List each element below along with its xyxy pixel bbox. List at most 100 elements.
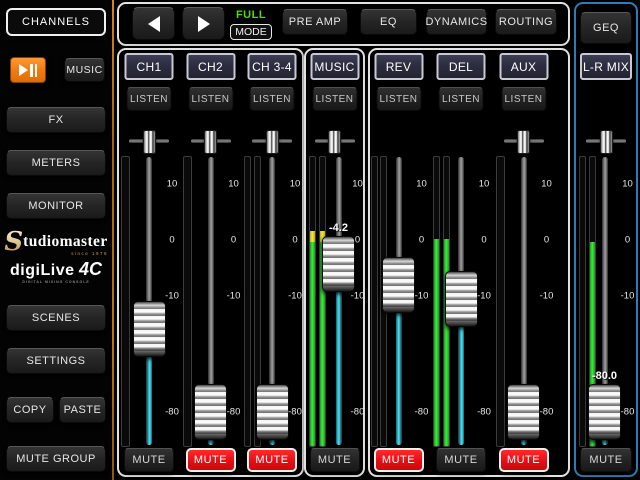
brand-name: tudiomaster bbox=[23, 233, 107, 250]
mute-button[interactable]: MUTE bbox=[310, 448, 360, 472]
pause-bar-icon bbox=[35, 64, 38, 77]
listen-button[interactable]: LISTEN bbox=[127, 87, 172, 111]
mode-button[interactable]: MODE bbox=[230, 24, 272, 40]
monitor-button[interactable]: MONITOR bbox=[6, 193, 106, 219]
channel-strip-ch-3-4: CH 3-4 LISTEN 100-10-80 MUTE bbox=[241, 50, 303, 475]
copy-button[interactable]: COPY bbox=[6, 397, 54, 423]
channel-strip-aux: AUX LISTEN 100-10-80 MUTE bbox=[493, 50, 555, 475]
channel-select-button[interactable]: DEL bbox=[437, 53, 486, 80]
pan-slider[interactable] bbox=[493, 129, 555, 155]
fader-scale-label: 10 bbox=[616, 179, 640, 190]
fx-aux-panel: REV LISTEN 100-10-80 MUTE DEL LISTEN 100… bbox=[368, 48, 570, 477]
geq-button[interactable]: GEQ bbox=[580, 12, 632, 44]
meter-bar bbox=[433, 156, 440, 447]
sidebar: CHANNELS MUSIC FX METERS MONITOR Studiom… bbox=[0, 0, 115, 480]
scenes-button[interactable]: SCENES bbox=[6, 305, 106, 331]
fader-scale-label: 0 bbox=[535, 235, 559, 246]
fader-handle[interactable] bbox=[382, 257, 415, 313]
channel-select-button[interactable]: CH 3-4 bbox=[248, 53, 297, 80]
pan-handle[interactable] bbox=[328, 130, 341, 154]
brand-product-sub: DIGITAL MIXING CONSOLE bbox=[0, 280, 112, 284]
pan-slider[interactable] bbox=[306, 129, 363, 155]
fader-track-active bbox=[336, 290, 341, 445]
fader-scale-label: 0 bbox=[346, 235, 370, 246]
pan-slider[interactable] bbox=[241, 129, 303, 155]
fader-track-active bbox=[396, 311, 401, 445]
channel-strip-del: DEL LISTEN 100-10-80 MUTE bbox=[430, 50, 492, 475]
mute-button[interactable]: MUTE bbox=[580, 448, 632, 472]
listen-button[interactable]: LISTEN bbox=[376, 87, 421, 111]
settings-button[interactable]: SETTINGS bbox=[6, 348, 106, 374]
channel-strip-ch1: CH1 LISTEN 100-10-80 MUTE bbox=[118, 50, 180, 475]
meter-bar bbox=[309, 156, 316, 447]
next-button[interactable] bbox=[182, 7, 225, 40]
pan-handle[interactable] bbox=[600, 130, 613, 154]
studiomaster-logo: Studiomaster since 1976 bbox=[0, 232, 112, 256]
meter-green-fill bbox=[434, 239, 439, 446]
brand-initial: S bbox=[4, 227, 23, 257]
pan-slider[interactable] bbox=[576, 129, 636, 155]
input-channels-panel: CH1 LISTEN 100-10-80 MUTE CH2 LISTEN bbox=[117, 48, 304, 477]
pan-handle[interactable] bbox=[266, 130, 279, 154]
fx-button[interactable]: FX bbox=[6, 107, 106, 133]
prev-button[interactable] bbox=[132, 7, 175, 40]
fader-scale-label: -10 bbox=[535, 291, 559, 302]
brand-product: digiLive bbox=[10, 262, 74, 279]
pan-slider[interactable] bbox=[118, 129, 180, 155]
fader-track-active bbox=[459, 325, 464, 445]
listen-button[interactable]: LISTEN bbox=[501, 87, 546, 111]
mute-button[interactable]: MUTE bbox=[247, 448, 297, 472]
fader-scale-label: -10 bbox=[346, 291, 370, 302]
pan-handle[interactable] bbox=[143, 130, 156, 154]
meter-bar bbox=[319, 156, 326, 447]
pan-handle[interactable] bbox=[517, 130, 530, 154]
channel-select-button[interactable]: MUSIC bbox=[310, 53, 359, 80]
eq-button[interactable]: EQ bbox=[360, 9, 417, 35]
channel-select-button[interactable]: REV bbox=[374, 53, 423, 80]
paste-button[interactable]: PASTE bbox=[59, 397, 106, 423]
full-mode-label: FULL bbox=[228, 9, 274, 21]
channel-select-button[interactable]: CH1 bbox=[125, 53, 174, 80]
mute-button[interactable]: MUTE bbox=[124, 448, 174, 472]
fader-value-label: -4.2 bbox=[329, 222, 348, 234]
toolbar-panel: FULL MODE PRE AMP EQ DYNAMICS ROUTING bbox=[117, 2, 570, 46]
fader-track-active bbox=[147, 355, 152, 445]
digilive-logo: digiLive 4C DIGITAL MIXING CONSOLE bbox=[0, 259, 112, 284]
mute-button[interactable]: MUTE bbox=[374, 448, 424, 472]
arrow-left-icon bbox=[148, 16, 160, 32]
mute-button[interactable]: MUTE bbox=[499, 448, 549, 472]
brand-logo: Studiomaster since 1976 digiLive 4C DIGI… bbox=[0, 232, 112, 284]
pan-handle[interactable] bbox=[204, 130, 217, 154]
mute-button[interactable]: MUTE bbox=[436, 448, 486, 472]
meter-bar bbox=[121, 156, 130, 447]
channel-select-button[interactable]: AUX bbox=[499, 53, 548, 80]
channel-select-button[interactable]: L-R MIX bbox=[580, 53, 632, 80]
pause-bar-icon bbox=[30, 64, 33, 77]
mode-indicator: FULL MODE bbox=[228, 8, 274, 44]
arrow-right-icon bbox=[198, 16, 210, 32]
play-pause-button[interactable] bbox=[10, 57, 46, 83]
music-channel-panel: MUSIC LISTEN -4.2 100-10-80 MUTE bbox=[304, 48, 365, 477]
listen-button[interactable]: LISTEN bbox=[188, 87, 233, 111]
brand-model: 4C bbox=[79, 259, 102, 279]
mute-group-button[interactable]: MUTE GROUP bbox=[6, 446, 106, 472]
meter-green-fill bbox=[310, 242, 315, 446]
preamp-button[interactable]: PRE AMP bbox=[282, 9, 348, 35]
sidebar-divider bbox=[112, 0, 114, 480]
meter-bar bbox=[371, 156, 378, 447]
channel-strip-rev: REV LISTEN 100-10-80 MUTE bbox=[368, 50, 430, 475]
mute-button[interactable]: MUTE bbox=[186, 448, 236, 472]
meter-bar bbox=[496, 156, 505, 447]
routing-button[interactable]: ROUTING bbox=[495, 9, 557, 35]
fader-handle[interactable] bbox=[133, 301, 166, 357]
listen-button[interactable]: LISTEN bbox=[250, 87, 295, 111]
listen-button[interactable]: LISTEN bbox=[312, 87, 357, 111]
meters-button[interactable]: METERS bbox=[6, 150, 106, 176]
channel-select-button[interactable]: CH2 bbox=[186, 53, 235, 80]
channels-button[interactable]: CHANNELS bbox=[6, 8, 106, 36]
fader-scale-label: -10 bbox=[616, 291, 640, 302]
pan-slider[interactable] bbox=[180, 129, 242, 155]
dynamics-button[interactable]: DYNAMICS bbox=[426, 9, 487, 35]
listen-button[interactable]: LISTEN bbox=[439, 87, 484, 111]
music-button[interactable]: MUSIC bbox=[64, 58, 105, 82]
